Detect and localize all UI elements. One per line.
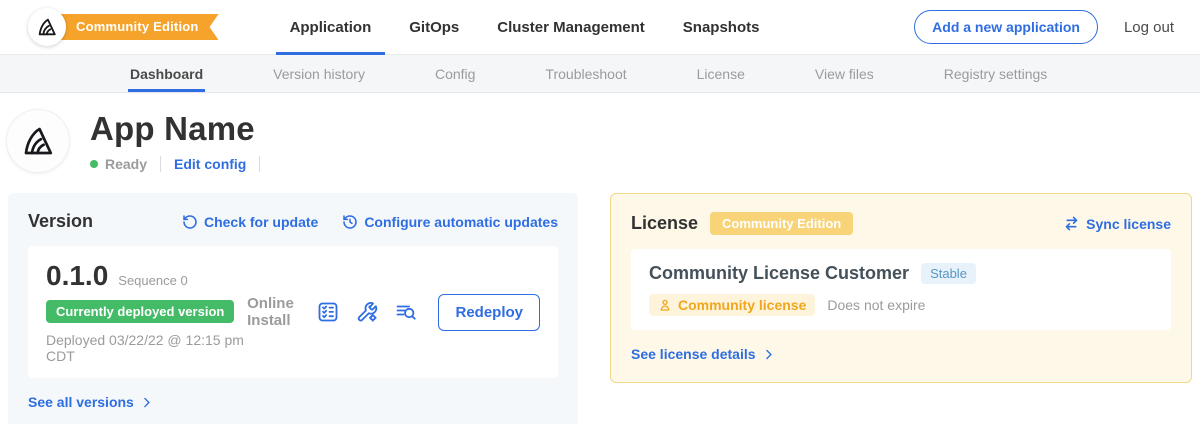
history-clock-icon: [342, 214, 358, 230]
see-license-details-label: See license details: [631, 346, 756, 362]
replicated-logo: [28, 8, 66, 46]
logout-link[interactable]: Log out: [1124, 19, 1174, 36]
subtab-troubleshoot[interactable]: Troubleshoot: [543, 55, 628, 92]
subtab-registry-settings-label: Registry settings: [944, 66, 1047, 82]
subtab-registry-settings[interactable]: Registry settings: [942, 55, 1049, 92]
page-title: App Name: [90, 110, 273, 148]
chevron-right-icon: [140, 396, 153, 409]
view-diff-button[interactable]: [394, 300, 418, 324]
license-card-header: License Community Edition Sync license: [631, 212, 1171, 235]
customer-name: Community License Customer: [649, 263, 909, 284]
preflight-checks-button[interactable]: [316, 300, 340, 324]
version-number: 0.1.0: [46, 260, 108, 292]
subtab-dashboard-label: Dashboard: [130, 66, 203, 82]
sync-license-link[interactable]: Sync license: [1063, 215, 1171, 232]
sub-navbar: Dashboard Version history Config Trouble…: [0, 55, 1200, 93]
check-for-update-label: Check for update: [204, 214, 318, 230]
license-type-label: Community license: [678, 297, 806, 313]
app-status-row: Ready Edit config: [90, 156, 273, 172]
license-card-title-group: License Community Edition: [631, 212, 853, 235]
subtab-view-files[interactable]: View files: [813, 55, 876, 92]
tab-snapshots[interactable]: Snapshots: [669, 0, 774, 55]
tab-cluster-management[interactable]: Cluster Management: [483, 0, 659, 55]
version-info: 0.1.0 Sequence 0 Currently deployed vers…: [46, 260, 247, 364]
subtab-dashboard[interactable]: Dashboard: [128, 55, 205, 92]
subtab-license-label: License: [697, 66, 745, 82]
version-sequence: Sequence 0: [118, 273, 187, 288]
person-icon: [658, 298, 672, 312]
currently-deployed-badge: Currently deployed version: [46, 300, 234, 323]
app-logo-icon: [20, 123, 56, 159]
divider: [259, 156, 260, 172]
license-type-tag: Community license: [649, 294, 815, 316]
sync-license-label: Sync license: [1086, 216, 1171, 232]
tab-cluster-management-label: Cluster Management: [497, 19, 645, 36]
check-for-update-link[interactable]: Check for update: [182, 214, 318, 230]
ready-status-dot: [90, 160, 98, 168]
primary-nav: Application GitOps Cluster Management Sn…: [271, 0, 779, 55]
tab-gitops-label: GitOps: [409, 19, 459, 36]
swap-arrows-icon: [1063, 215, 1080, 232]
subtab-config[interactable]: Config: [433, 55, 477, 92]
license-type-row: Community license Does not expire: [649, 294, 1153, 316]
dashboard-cards: Version Check for update Configure autom…: [8, 193, 1192, 424]
replicated-mark-icon: [36, 16, 58, 38]
version-card-title: Version: [28, 211, 93, 232]
subtab-license[interactable]: License: [695, 55, 747, 92]
license-card: License Community Edition Sync license C…: [610, 193, 1192, 383]
top-navbar: Community Edition Application GitOps Clu…: [0, 0, 1200, 55]
version-card-links: Check for update Configure automatic upd…: [182, 214, 558, 230]
license-details-panel: Community License Customer Stable Commun…: [631, 249, 1171, 330]
community-edition-badge: Community Edition: [710, 212, 853, 235]
redeploy-button[interactable]: Redeploy: [438, 294, 540, 331]
channel-badge: Stable: [921, 263, 976, 284]
tab-snapshots-label: Snapshots: [683, 19, 760, 36]
current-version-panel: 0.1.0 Sequence 0 Currently deployed vers…: [28, 246, 558, 378]
license-card-title: License: [631, 213, 698, 234]
customer-row: Community License Customer Stable: [649, 263, 1153, 284]
brand: Community Edition: [28, 8, 219, 46]
version-card: Version Check for update Configure autom…: [8, 193, 578, 424]
subtab-version-history[interactable]: Version history: [271, 55, 367, 92]
tab-gitops[interactable]: GitOps: [395, 0, 473, 55]
edit-config-icon-button[interactable]: [355, 300, 379, 324]
see-license-details-link[interactable]: See license details: [631, 346, 775, 362]
subtab-view-files-label: View files: [815, 66, 874, 82]
file-search-icon: [394, 300, 418, 324]
see-all-versions-label: See all versions: [28, 394, 134, 410]
version-card-header: Version Check for update Configure autom…: [28, 211, 558, 232]
see-all-versions-link[interactable]: See all versions: [28, 394, 153, 410]
wrench-gear-icon: [355, 300, 379, 324]
app-head-text: App Name Ready Edit config: [90, 110, 273, 172]
tab-application-label: Application: [290, 19, 372, 36]
deployed-timestamp: Deployed 03/22/22 @ 12:15 pm CDT: [46, 332, 247, 364]
status-badge: Ready: [105, 156, 147, 172]
configure-automatic-updates-label: Configure automatic updates: [364, 214, 558, 230]
chevron-right-icon: [762, 348, 775, 361]
version-actions: Online Install: [247, 294, 540, 331]
community-edition-ribbon: Community Edition: [46, 14, 219, 40]
version-number-row: 0.1.0 Sequence 0: [46, 260, 247, 292]
app-avatar: [6, 109, 70, 173]
subtab-troubleshoot-label: Troubleshoot: [545, 66, 626, 82]
community-edition-label: Community Edition: [76, 19, 199, 34]
configure-automatic-updates-link[interactable]: Configure automatic updates: [342, 214, 558, 230]
main-content: App Name Ready Edit config Version: [0, 109, 1200, 424]
app-header: App Name Ready Edit config: [6, 109, 1200, 173]
tab-application[interactable]: Application: [276, 0, 386, 55]
edit-config-link[interactable]: Edit config: [174, 156, 246, 172]
license-expiration: Does not expire: [827, 297, 925, 313]
subtab-config-label: Config: [435, 66, 475, 82]
topnav-actions: Add a new application Log out: [914, 10, 1174, 44]
rotate-ccw-icon: [182, 214, 198, 230]
checklist-icon: [316, 300, 340, 324]
install-type-label: Online Install: [247, 295, 298, 329]
subtab-version-history-label: Version history: [273, 66, 365, 82]
add-new-application-button[interactable]: Add a new application: [914, 10, 1098, 44]
divider: [160, 156, 161, 172]
